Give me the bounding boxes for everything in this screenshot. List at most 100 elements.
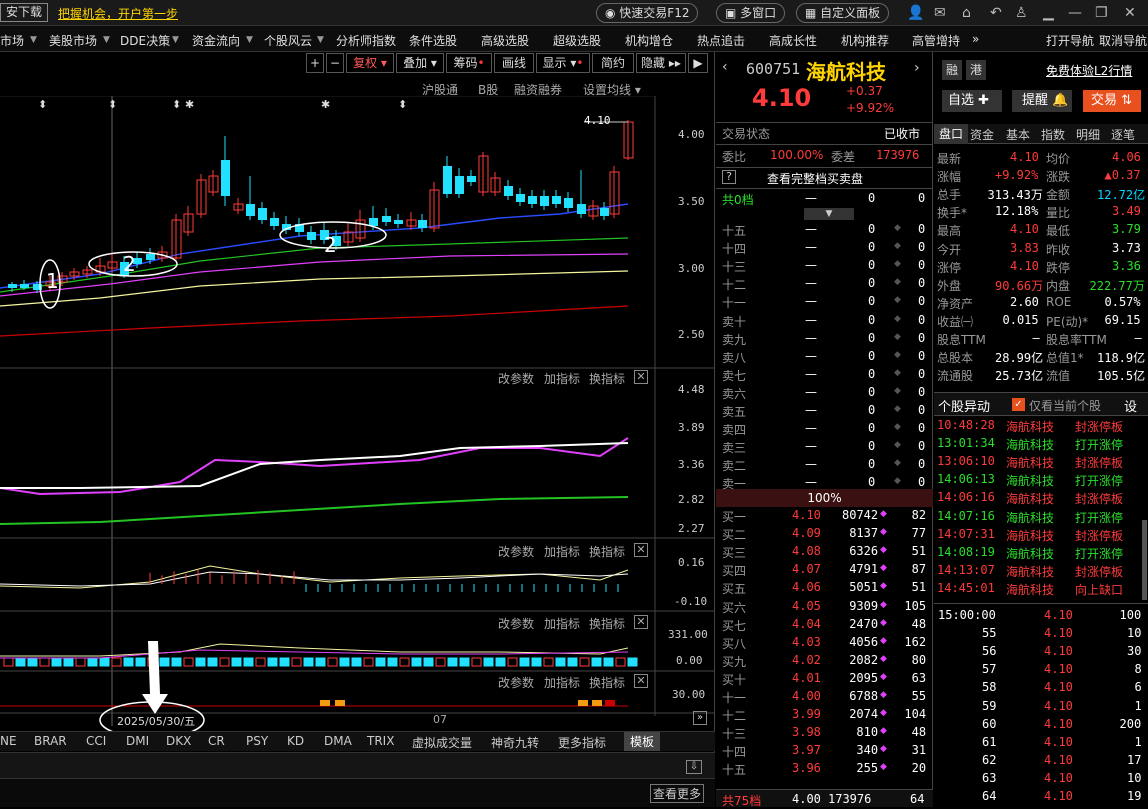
- stat-label: 均价: [1046, 152, 1071, 166]
- download-button[interactable]: 安下载: [0, 3, 49, 22]
- close-icon[interactable]: ✕: [634, 615, 648, 629]
- menu-item[interactable]: 高级选股: [481, 32, 529, 49]
- tab-xuni[interactable]: 虚拟成交量: [412, 734, 472, 751]
- tab-dmi[interactable]: DMI: [126, 734, 149, 748]
- gai-canshu-button[interactable]: 改参数: [498, 370, 534, 387]
- tab-cr[interactable]: CR: [208, 734, 225, 748]
- promo-link[interactable]: 把握机会，开户第一步: [58, 5, 178, 22]
- menu-item[interactable]: 美股市场: [49, 32, 97, 49]
- menu-item[interactable]: 机构推荐: [841, 32, 889, 49]
- marker-icon: ⬍: [108, 98, 117, 111]
- view-more-button[interactable]: 查看更多: [650, 784, 705, 803]
- swap-indicator-button[interactable]: 换指标: [589, 674, 625, 691]
- huaxian-button[interactable]: 画线: [494, 53, 534, 73]
- menu-item[interactable]: 高成长性: [769, 32, 817, 49]
- expand-chevron-icon[interactable]: ▼: [804, 208, 854, 220]
- zoom-out-button[interactable]: −: [326, 53, 344, 73]
- close-icon[interactable]: ✕: [1124, 5, 1136, 21]
- chouma-button[interactable]: 筹码•: [446, 53, 492, 73]
- close-icon[interactable]: ✕: [634, 674, 648, 688]
- close-icon[interactable]: ✕: [634, 370, 648, 384]
- event-stock: 海航科技: [1006, 438, 1055, 453]
- l2-trial-link[interactable]: 免费体验L2行情: [1046, 62, 1132, 79]
- checkbox-checked-icon[interactable]: ✓: [1012, 398, 1025, 411]
- settings-button[interactable]: 设: [1124, 396, 1137, 415]
- tab-jiben[interactable]: 基本: [1006, 126, 1030, 143]
- tab-dma[interactable]: DMA: [324, 734, 352, 748]
- download-icon[interactable]: ⇩: [686, 760, 702, 774]
- tab-pankou[interactable]: 盘口: [934, 124, 968, 144]
- tab-shenqi[interactable]: 神奇九转: [491, 734, 539, 751]
- tab-cci[interactable]: CCI: [86, 734, 106, 748]
- gai-canshu-button[interactable]: 改参数: [498, 674, 534, 691]
- close-nav-button[interactable]: 取消导航: [1099, 32, 1147, 49]
- restore-icon[interactable]: ❐: [1095, 5, 1108, 21]
- swap-indicator-button[interactable]: 换指标: [589, 543, 625, 560]
- more-menu-icon[interactable]: »: [972, 32, 979, 46]
- add-indicator-button[interactable]: 加指标: [544, 543, 580, 560]
- nav-left-icon[interactable]: ‹: [722, 59, 728, 75]
- tab-zhubi[interactable]: 逐笔: [1111, 126, 1135, 143]
- stat-value: 0.015: [1002, 312, 1039, 327]
- help-icon[interactable]: ?: [722, 170, 736, 184]
- multi-window-button[interactable]: ▣ 多窗口: [716, 3, 786, 23]
- tab-psy[interactable]: PSY: [246, 734, 268, 748]
- tab-mingxi[interactable]: 明细: [1076, 126, 1100, 143]
- scroll-right-icon[interactable]: »: [693, 711, 707, 725]
- tab-template[interactable]: 模板: [624, 732, 661, 751]
- tab-ne[interactable]: NE: [0, 734, 17, 748]
- menu-item[interactable]: 个股风云: [264, 32, 312, 49]
- xianshi-button[interactable]: 显示 ▾•: [536, 53, 590, 73]
- menu-item[interactable]: 机构增仓: [625, 32, 673, 49]
- scrollbar[interactable]: [1142, 520, 1147, 600]
- gang-badge[interactable]: 港: [966, 60, 986, 80]
- tab-zijin[interactable]: 资金: [970, 126, 994, 143]
- user-icon[interactable]: 👤: [907, 5, 924, 21]
- quick-trade-button[interactable]: ◉ 快速交易F12: [596, 3, 699, 23]
- zoom-in-button[interactable]: +: [306, 53, 324, 73]
- diejia-button[interactable]: 叠加 ▾: [396, 53, 444, 73]
- trade-button[interactable]: 交易 ⇅: [1083, 90, 1141, 112]
- jianyue-button[interactable]: 简约: [592, 53, 634, 73]
- rong-badge[interactable]: 融: [942, 60, 962, 80]
- zixuan-button[interactable]: 自选 ✚: [942, 90, 1002, 112]
- add-indicator-button[interactable]: 加指标: [544, 615, 580, 632]
- menu-item[interactable]: 条件选股: [409, 32, 457, 49]
- menu-item[interactable]: 超级选股: [553, 32, 601, 49]
- tab-dkx[interactable]: DKX: [166, 734, 191, 748]
- minimize-icon[interactable]: ▁: [1043, 5, 1054, 21]
- tab-trix[interactable]: TRIX: [367, 734, 394, 748]
- menu-item[interactable]: 资金流向: [192, 32, 240, 49]
- swap-indicator-button[interactable]: 换指标: [589, 370, 625, 387]
- fuquan-button[interactable]: 复权 ▾: [346, 53, 394, 73]
- view-full-book-link[interactable]: 查看完整档买卖盘: [767, 170, 863, 188]
- undo-icon[interactable]: ↶: [990, 5, 1002, 21]
- gai-canshu-button[interactable]: 改参数: [498, 615, 534, 632]
- minimize-window-icon[interactable]: —: [1068, 5, 1082, 21]
- home-icon[interactable]: ⌂: [962, 5, 971, 21]
- collapse-icon[interactable]: ▶: [688, 53, 708, 73]
- open-nav-button[interactable]: 打开导航: [1046, 32, 1094, 49]
- candle-body: [504, 186, 513, 196]
- menu-item[interactable]: 高管增持: [912, 32, 960, 49]
- close-icon[interactable]: ✕: [634, 543, 648, 557]
- mail-icon[interactable]: ✉: [934, 5, 946, 21]
- tab-more[interactable]: 更多指标: [558, 734, 606, 751]
- add-indicator-button[interactable]: 加指标: [544, 674, 580, 691]
- swap-indicator-button[interactable]: 换指标: [589, 615, 625, 632]
- nav-right-icon[interactable]: ›: [914, 60, 920, 76]
- custom-panel-button[interactable]: ▦ 自定义面板: [796, 3, 890, 23]
- tixing-button[interactable]: 提醒 🔔: [1012, 90, 1072, 112]
- tab-zhishu[interactable]: 指数: [1041, 126, 1065, 143]
- menu-item[interactable]: 热点追击: [697, 32, 745, 49]
- tab-brar[interactable]: BRAR: [34, 734, 67, 748]
- tab-kd[interactable]: KD: [287, 734, 304, 748]
- add-indicator-button[interactable]: 加指标: [544, 370, 580, 387]
- gai-canshu-button[interactable]: 改参数: [498, 543, 534, 560]
- menu-item[interactable]: 分析师指数: [336, 32, 396, 49]
- tick-volume: 1: [1134, 698, 1142, 713]
- yincang-button[interactable]: 隐藏 ▸▸: [636, 53, 686, 73]
- menu-item[interactable]: DDE决策: [120, 32, 170, 49]
- shirt-icon[interactable]: ♙: [1015, 5, 1028, 21]
- menu-item[interactable]: 市场: [0, 32, 24, 49]
